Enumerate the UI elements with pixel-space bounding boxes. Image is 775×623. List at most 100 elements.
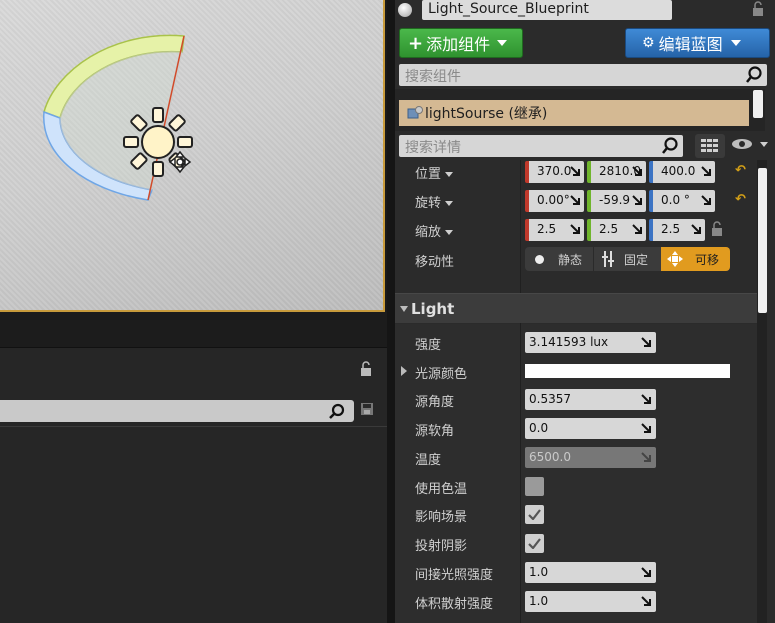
plus-icon: + xyxy=(408,32,424,54)
mobility-label: 移动性 xyxy=(415,255,455,270)
details-search-placeholder: 搜索详情 xyxy=(405,140,461,156)
rotation-x-field[interactable]: 0.00° xyxy=(525,190,584,212)
checkmark-icon xyxy=(528,509,541,520)
mobility-stationary-option[interactable]: 固定 xyxy=(593,247,661,271)
chevron-down-icon xyxy=(497,40,508,46)
sphere-actor-icon xyxy=(398,3,412,17)
source-angle-label: 源角度 xyxy=(415,395,455,410)
location-label[interactable]: 位置 xyxy=(415,163,454,182)
blueprint-component-icon xyxy=(407,105,423,125)
drag-corner-icon xyxy=(641,423,651,433)
scale-z-field[interactable]: 2.5 xyxy=(649,219,705,241)
location-y-field[interactable]: 2810.0 xyxy=(587,161,646,183)
lock-icon[interactable] xyxy=(709,221,725,240)
drag-corner-icon xyxy=(701,195,711,205)
details-search-input[interactable]: 搜索详情 xyxy=(399,135,683,157)
cast-shadows-checkbox[interactable] xyxy=(525,534,544,553)
actor-name-field[interactable]: Light_Source_Blueprint xyxy=(422,0,672,20)
mobility-static-option[interactable]: 静态 xyxy=(525,247,593,271)
source-angle-field[interactable]: 0.5357 xyxy=(525,389,656,410)
left-search-input[interactable] xyxy=(0,400,354,422)
chevron-down-icon xyxy=(760,141,768,147)
drag-corner-icon xyxy=(641,394,651,404)
left-panel xyxy=(0,347,387,623)
rotation-label[interactable]: 旋转 xyxy=(415,192,454,211)
use-temperature-label: 使用色温 xyxy=(415,482,468,497)
scale-y-field[interactable]: 2.5 xyxy=(587,219,646,241)
column-divider xyxy=(520,324,521,623)
stationary-icon xyxy=(602,251,614,267)
scale-label[interactable]: 缩放 xyxy=(415,221,454,240)
intensity-label: 强度 xyxy=(415,338,442,353)
reset-arrow-icon[interactable]: ↶ xyxy=(735,192,746,207)
lock-icon[interactable] xyxy=(750,1,766,20)
save-icon[interactable] xyxy=(360,402,374,419)
temperature-label: 温度 xyxy=(415,453,442,468)
location-x-field[interactable]: 370.0 xyxy=(525,161,584,183)
source-soft-angle-field[interactable]: 0.0 xyxy=(525,418,656,439)
scale-x-field[interactable]: 2.5 xyxy=(525,219,584,241)
details-panel: Light_Source_Blueprint + 添加组件 ⚙ 编辑蓝图 搜索组… xyxy=(395,0,775,623)
drag-corner-icon xyxy=(570,166,580,176)
component-item-label: lightSourse (继承) xyxy=(425,106,548,122)
reset-arrow-icon[interactable]: ↶ xyxy=(735,163,746,178)
affects-world-checkbox[interactable] xyxy=(525,505,544,524)
details-scrollbar[interactable] xyxy=(758,168,767,313)
level-viewport[interactable] xyxy=(0,0,385,312)
component-search-placeholder: 搜索组件 xyxy=(405,69,461,85)
movable-icon xyxy=(667,251,683,267)
light-color-swatch[interactable] xyxy=(525,364,730,378)
drag-corner-icon xyxy=(570,224,580,234)
rotation-y-field[interactable]: -59.9 xyxy=(587,190,646,212)
add-component-button[interactable]: + 添加组件 xyxy=(399,28,523,58)
chevron-down-icon xyxy=(730,40,741,46)
component-search-input[interactable]: 搜索组件 xyxy=(399,64,767,86)
drag-corner-icon xyxy=(632,166,642,176)
edit-blueprint-button[interactable]: ⚙ 编辑蓝图 xyxy=(625,28,770,58)
checkmark-icon xyxy=(528,538,541,549)
gear-icon: ⚙ xyxy=(642,35,655,51)
view-options-button[interactable] xyxy=(731,138,768,150)
divider xyxy=(0,426,387,427)
mobility-selector: 静态 固定 可移 xyxy=(525,247,730,271)
component-scrollbar[interactable] xyxy=(753,90,763,118)
light-color-label: 光源颜色 xyxy=(415,367,468,382)
temperature-field: 6500.0 xyxy=(525,447,656,468)
sun-icon xyxy=(123,107,193,177)
use-temperature-checkbox[interactable] xyxy=(525,477,544,496)
collapse-triangle-icon xyxy=(400,306,408,312)
edit-blueprint-label: 编辑蓝图 xyxy=(658,35,723,54)
grid-icon xyxy=(701,139,718,152)
search-icon[interactable] xyxy=(328,403,346,422)
property-matrix-button[interactable] xyxy=(695,134,725,158)
source-soft-angle-label: 源软角 xyxy=(415,424,455,439)
drag-corner-icon xyxy=(632,224,642,234)
mobility-movable-option[interactable]: 可移 xyxy=(661,247,730,271)
chevron-down-icon xyxy=(445,201,454,206)
search-icon[interactable] xyxy=(661,137,679,158)
light-section-header[interactable]: Light xyxy=(395,293,757,323)
indirect-lighting-field[interactable]: 1.0 xyxy=(525,562,656,583)
volumetric-scattering-field[interactable]: 1.0 xyxy=(525,591,656,612)
drag-corner-icon xyxy=(701,166,711,176)
search-icon[interactable] xyxy=(745,66,763,87)
affects-world-label: 影响场景 xyxy=(415,510,468,525)
lock-icon[interactable] xyxy=(358,361,374,380)
volumetric-scattering-label: 体积散射强度 xyxy=(415,597,494,612)
indirect-lighting-label: 间接光照强度 xyxy=(415,568,494,583)
drag-corner-icon xyxy=(632,195,642,205)
add-component-label: 添加组件 xyxy=(426,35,491,54)
drag-corner-icon xyxy=(641,337,651,347)
rotation-z-field[interactable]: 0.0 ° xyxy=(649,190,715,212)
eye-icon xyxy=(732,139,752,149)
expand-triangle-icon[interactable] xyxy=(401,366,407,376)
directional-light-gizmo[interactable] xyxy=(0,0,385,312)
drag-corner-icon xyxy=(570,195,580,205)
location-z-field[interactable]: 400.0 xyxy=(649,161,715,183)
intensity-field[interactable]: 3.141593 lux xyxy=(525,332,656,353)
panel-splitter[interactable] xyxy=(387,0,395,623)
viewport-bottom-bar xyxy=(0,312,387,347)
drag-corner-icon xyxy=(641,452,651,462)
component-item-lightsourse[interactable]: lightSourse (继承) xyxy=(399,100,749,126)
drag-corner-icon xyxy=(641,567,651,577)
